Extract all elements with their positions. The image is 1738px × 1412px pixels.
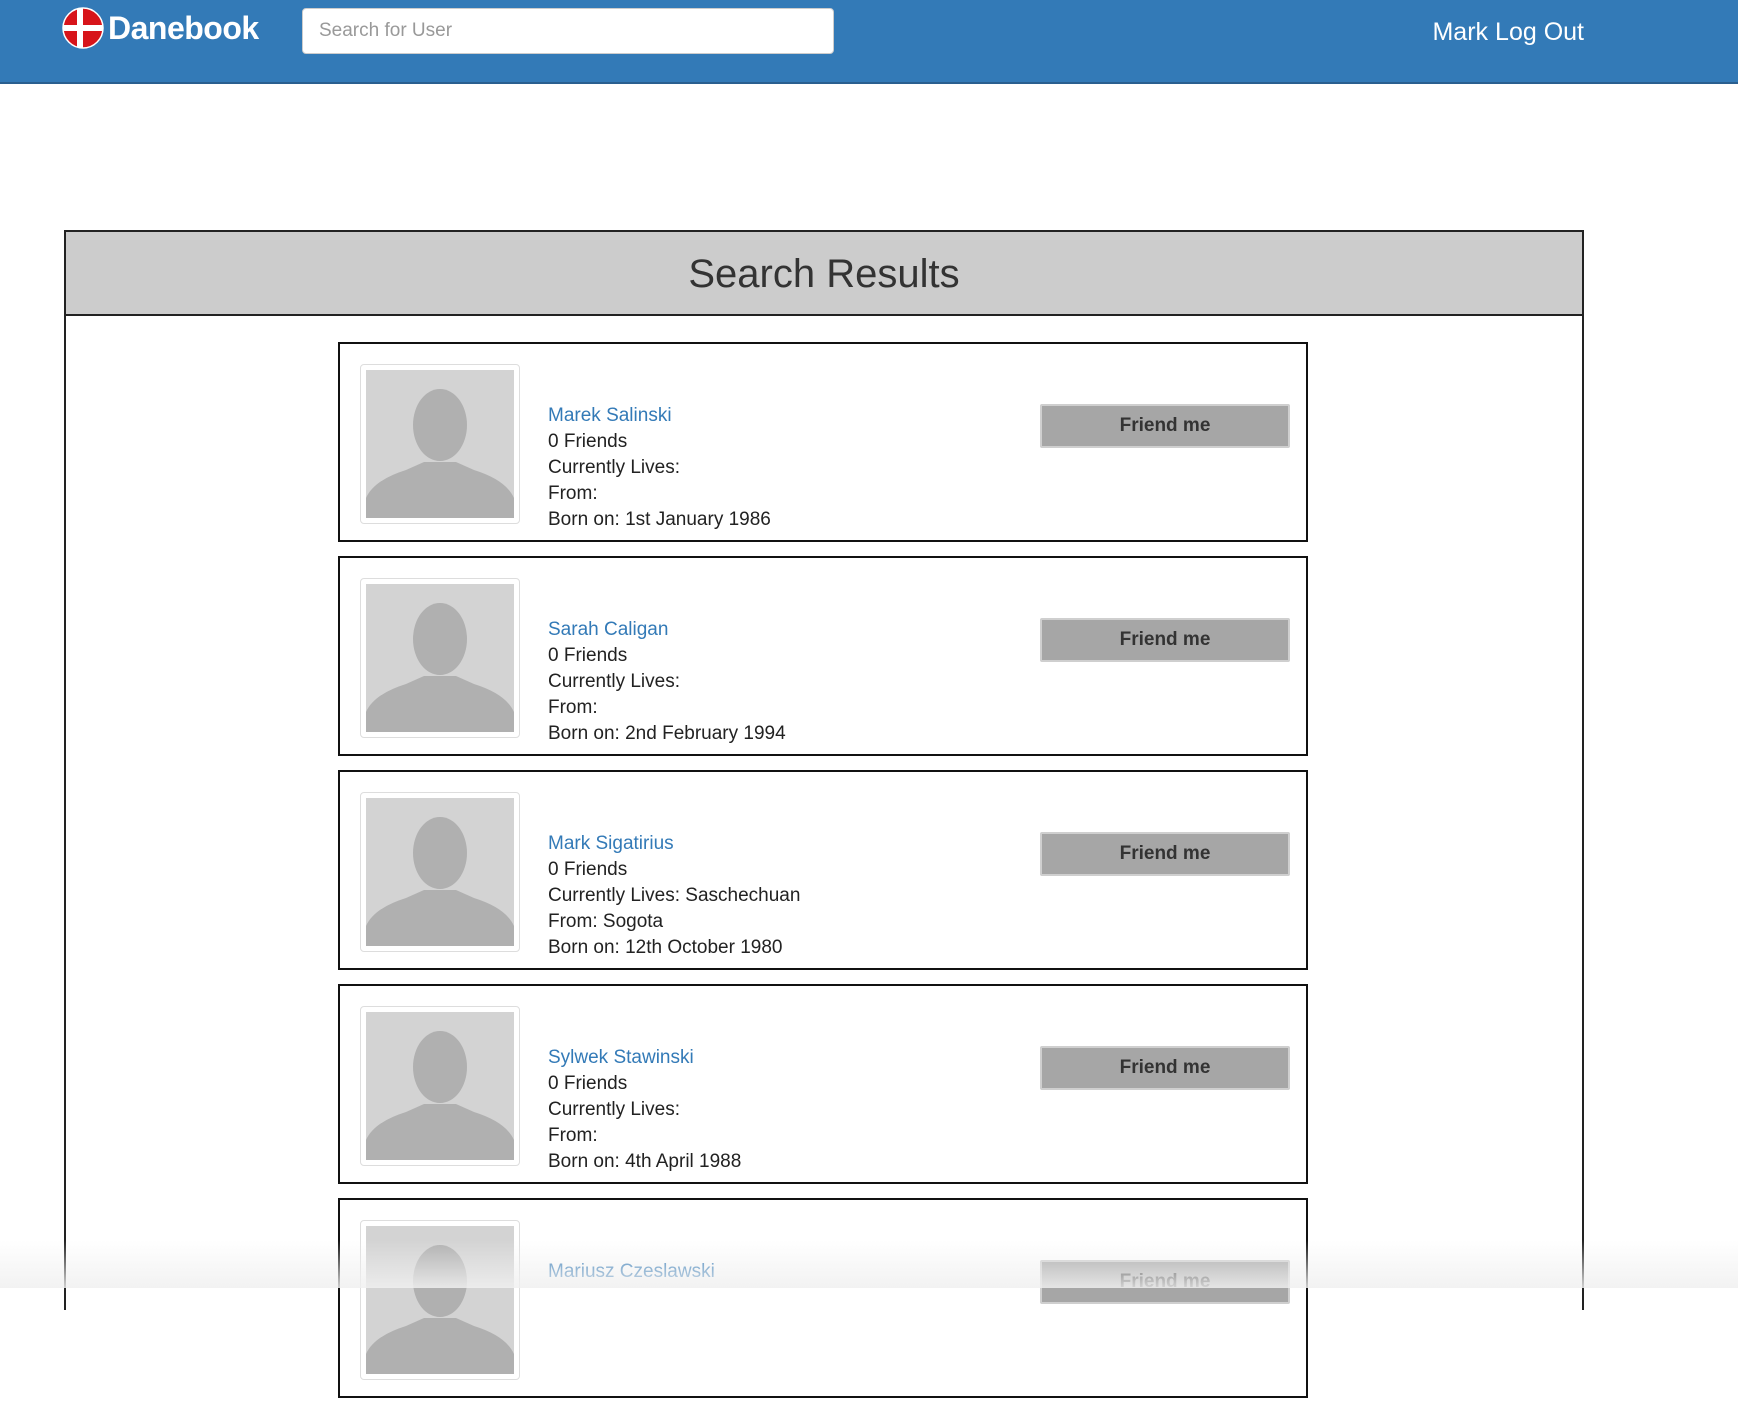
user-info: Mariusz Czeslawski [548,1259,715,1285]
lives-value: Saschechuan [685,885,801,906]
born-row: Born on: 2nd February 1994 [548,721,786,747]
user-info: Mark Sigatirius 0 Friends Currently Live… [548,831,800,961]
search-user-input[interactable] [302,8,834,54]
friends-count: 0 Friends [548,859,628,880]
from-row: From: [548,481,771,507]
friend-me-button[interactable]: Friend me [1040,1046,1290,1090]
from-row: From: Sogota [548,909,800,935]
avatar[interactable] [360,364,520,524]
born-value: 2nd February 1994 [625,723,786,744]
avatar[interactable] [360,1006,520,1166]
born-value: 4th April 1988 [625,1151,742,1172]
search-results-panel: Search Results Marek Salinski 0 Friends … [64,230,1584,1398]
born-label: Born on: [548,509,620,530]
user-result-card: Mariusz Czeslawski Friend me [338,1198,1308,1398]
default-avatar-icon [366,370,514,518]
danish-flag-icon [62,7,104,49]
user-nav: Mark Log Out [1432,18,1584,47]
user-name-link[interactable]: Sylwek Stawinski [548,1047,694,1068]
born-label: Born on: [548,937,620,958]
avatar[interactable] [360,578,520,738]
lives-row: Currently Lives: [548,669,786,695]
from-label: From: [548,1125,598,1146]
friends-count: 0 Friends [548,431,628,452]
user-result-card: Sarah Caligan 0 Friends Currently Lives:… [338,556,1308,756]
default-avatar-icon [366,1012,514,1160]
friends-count: 0 Friends [548,1073,628,1094]
lives-label: Currently Lives: [548,1099,680,1120]
user-result-card: Marek Salinski 0 Friends Currently Lives… [338,342,1308,542]
from-value: Sogota [602,911,664,932]
current-user-link[interactable]: Mark [1432,18,1488,47]
friend-me-button[interactable]: Friend me [1040,1260,1290,1304]
user-name-link[interactable]: Marek Salinski [548,405,672,426]
lives-row: Currently Lives: [548,1097,741,1123]
born-label: Born on: [548,723,620,744]
lives-label: Currently Lives: [548,885,680,906]
from-row: From: [548,1123,741,1149]
results-list: Marek Salinski 0 Friends Currently Lives… [338,342,1308,1412]
default-avatar-icon [366,1226,514,1374]
user-result-card: Mark Sigatirius 0 Friends Currently Live… [338,770,1308,970]
born-row: Born on: 12th October 1980 [548,935,800,961]
born-label: Born on: [548,1151,620,1172]
friend-me-button[interactable]: Friend me [1040,404,1290,448]
friends-count: 0 Friends [548,645,628,666]
born-row: Born on: 4th April 1988 [548,1149,741,1175]
user-name-link[interactable]: Mark Sigatirius [548,833,674,854]
user-name-link[interactable]: Sarah Caligan [548,619,668,640]
user-info: Sarah Caligan 0 Friends Currently Lives:… [548,617,786,747]
avatar[interactable] [360,792,520,952]
avatar[interactable] [360,1220,520,1380]
top-navbar: Danebook Mark Log Out [0,0,1738,84]
from-label: From: [548,697,598,718]
default-avatar-icon [366,584,514,732]
page-title: Search Results [688,251,960,296]
friend-me-button[interactable]: Friend me [1040,832,1290,876]
default-avatar-icon [366,798,514,946]
friend-me-button[interactable]: Friend me [1040,618,1290,662]
logout-link[interactable]: Log Out [1495,18,1584,47]
brand-name: Danebook [108,9,259,46]
born-value: 12th October 1980 [625,937,783,958]
user-info: Sylwek Stawinski 0 Friends Currently Liv… [548,1045,741,1175]
user-info: Marek Salinski 0 Friends Currently Lives… [548,403,771,533]
lives-label: Currently Lives: [548,671,680,692]
lives-row: Currently Lives: [548,455,771,481]
user-result-card: Sylwek Stawinski 0 Friends Currently Liv… [338,984,1308,1184]
lives-row: Currently Lives: Saschechuan [548,883,800,909]
lives-label: Currently Lives: [548,457,680,478]
brand-logo-link[interactable]: Danebook [62,6,259,50]
born-row: Born on: 1st January 1986 [548,507,771,533]
born-value: 1st January 1986 [625,509,771,530]
from-label: From: [548,483,598,504]
from-label: From: [548,911,598,932]
from-row: From: [548,695,786,721]
panel-heading: Search Results [66,232,1582,316]
user-name-link[interactable]: Mariusz Czeslawski [548,1261,715,1282]
